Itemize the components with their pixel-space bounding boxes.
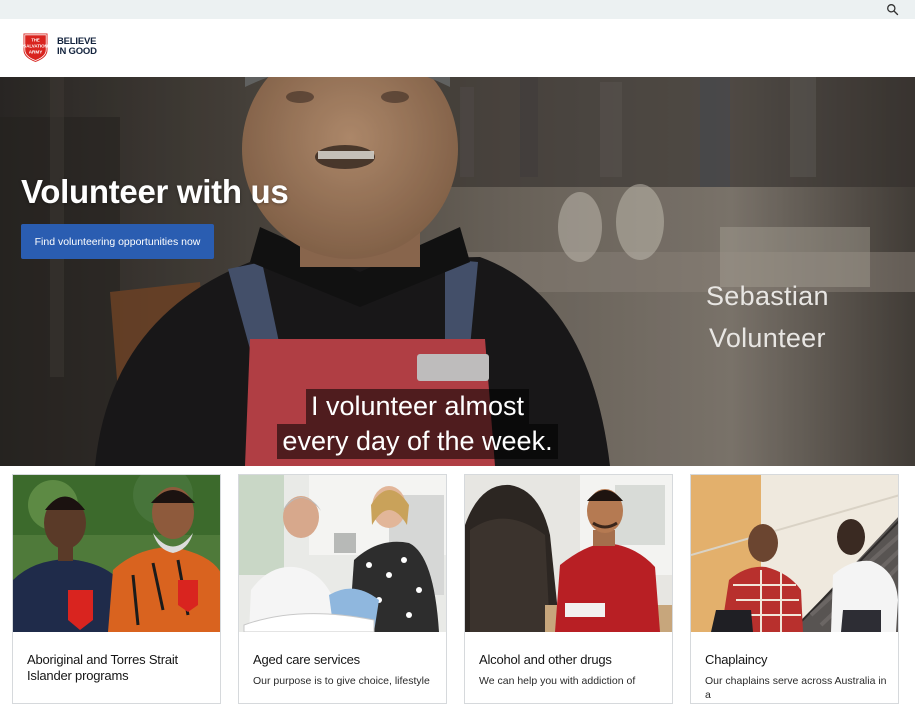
card-image-aboriginal [13, 475, 220, 632]
card-title: Aged care services [253, 652, 360, 667]
logo-text-salvation: SALVATION [23, 43, 47, 48]
card-aged-care[interactable]: Aged care services Our purpose is to giv… [238, 474, 447, 704]
card-title: Aboriginal and Torres Strait Islander pr… [27, 652, 178, 683]
card-chaplaincy[interactable]: Chaplaincy Our chaplains serve across Au… [690, 474, 899, 704]
card-aboriginal-programs[interactable]: Aboriginal and Torres Strait Islander pr… [12, 474, 221, 704]
card-text: Our chaplains serve across Australia in … [705, 675, 887, 701]
hero-title: Volunteer with us [21, 173, 289, 210]
salvation-army-logo[interactable]: THE SALVATION ARMY BELIEVE IN GOOD [21, 29, 101, 65]
card-title: Chaplaincy [705, 652, 768, 667]
logo-text-army: ARMY [29, 49, 43, 54]
card-text: Our purpose is to give choice, lifestyle [253, 675, 430, 687]
salvation-army-shield-icon: THE SALVATION ARMY [22, 32, 49, 63]
video-subtitles: I volunteer almost every day of the week… [0, 389, 835, 459]
site-header: THE SALVATION ARMY BELIEVE IN GOOD [0, 19, 915, 77]
card-image-chaplaincy [691, 475, 898, 632]
speaker-role: Volunteer [709, 323, 826, 353]
find-volunteering-button[interactable]: Find volunteering opportunities now [21, 224, 214, 259]
tagline: BELIEVE IN GOOD [57, 37, 97, 57]
services-cards: Aboriginal and Torres Strait Islander pr… [12, 474, 912, 704]
hero-video[interactable]: Volunteer with us Find volunteering oppo… [0, 77, 915, 466]
speaker-caption: Sebastian Volunteer [706, 275, 906, 359]
card-text: We can help you with addiction of [479, 675, 636, 687]
search-icon[interactable] [886, 3, 899, 16]
card-alcohol-drugs[interactable]: Alcohol and other drugs We can help you … [464, 474, 673, 704]
card-title: Alcohol and other drugs [479, 652, 612, 667]
subtitle-line-2: every day of the week. [277, 424, 558, 459]
logo-text-the: THE [31, 37, 40, 42]
card-image-alcohol-drugs [465, 475, 672, 632]
card-image-aged-care [239, 475, 446, 632]
tagline-line2: IN GOOD [57, 46, 97, 57]
subtitle-line-1: I volunteer almost [305, 389, 530, 424]
utility-bar [0, 0, 915, 19]
speaker-name: Sebastian [706, 281, 829, 311]
